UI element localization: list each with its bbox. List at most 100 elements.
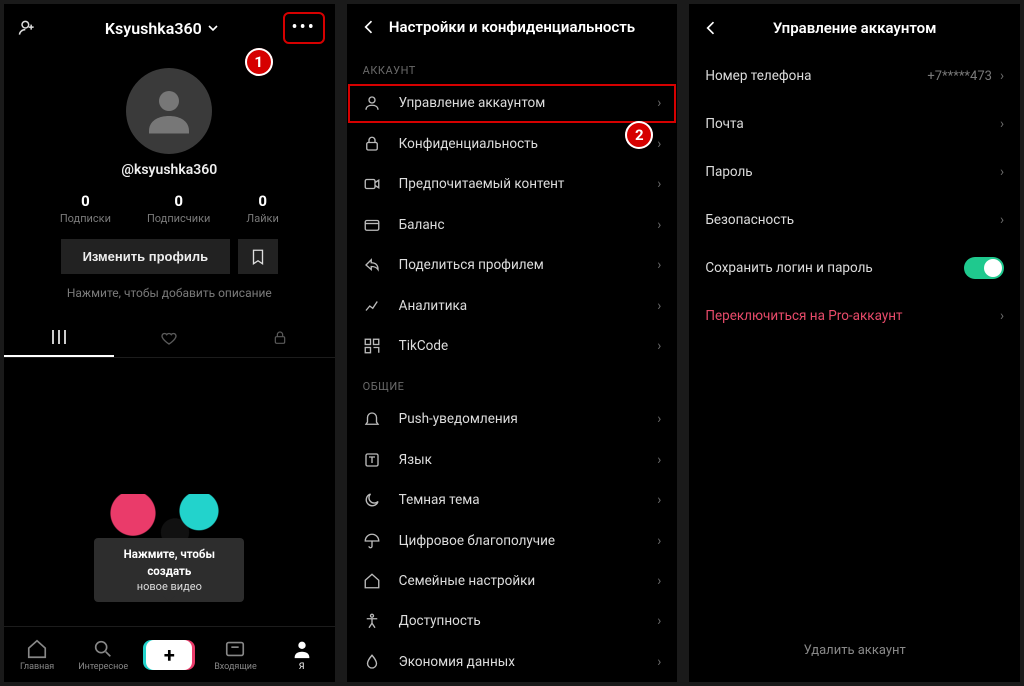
profile-header: Ksyushka360 ••• 1: [4, 4, 335, 52]
chevron-right-icon: ›: [657, 95, 661, 111]
add-friend-icon[interactable]: [14, 15, 40, 41]
row-phone[interactable]: Номер телефона +7*****473 ›: [689, 52, 1020, 100]
tab-grid[interactable]: [4, 318, 114, 357]
save-login-toggle[interactable]: [964, 257, 1004, 279]
chevron-right-icon: ›: [657, 411, 661, 427]
profile-stats: 0 Подписки 0 Подписчики 0 Лайки: [4, 192, 335, 225]
row-accessibility[interactable]: Доступность ›: [347, 601, 678, 641]
tab-private[interactable]: [224, 318, 334, 357]
chevron-right-icon: ›: [1000, 116, 1004, 132]
stat-following[interactable]: 0 Подписки: [60, 192, 111, 225]
row-tikcode[interactable]: TikCode ›: [347, 326, 678, 366]
row-data-saver[interactable]: Экономия данных ›: [347, 642, 678, 682]
chevron-right-icon: ›: [657, 533, 661, 549]
chevron-right-icon: ›: [657, 217, 661, 233]
moon-icon: [363, 491, 385, 509]
chevron-right-icon: ›: [657, 654, 661, 670]
username-dropdown[interactable]: Ksyushka360: [40, 19, 283, 38]
grid-icon: [50, 328, 68, 346]
tooltip-art: [109, 494, 229, 542]
back-button[interactable]: [359, 17, 399, 37]
person-outline-icon: [363, 94, 385, 112]
row-push[interactable]: Push-уведомления ›: [347, 399, 678, 439]
chevron-right-icon: ›: [657, 452, 661, 468]
chevron-right-icon: ›: [1000, 164, 1004, 180]
video-icon: [363, 175, 385, 193]
chevron-right-icon: ›: [657, 176, 661, 192]
section-account-label: АККАУНТ: [347, 50, 678, 83]
tab-inbox[interactable]: Входящие: [202, 638, 268, 672]
bottom-tabbar: Главная Интересное + Входящие Я: [4, 626, 335, 682]
row-dark-theme[interactable]: Темная тема ›: [347, 480, 678, 520]
username-text: Ksyushka360: [105, 19, 202, 38]
accessibility-icon: [363, 612, 385, 630]
tooltip-sub: новое видео: [137, 580, 202, 593]
bookmark-button[interactable]: [238, 239, 278, 274]
chevron-right-icon: ›: [1000, 308, 1004, 324]
chevron-right-icon: ›: [1000, 212, 1004, 228]
row-security[interactable]: Безопасность ›: [689, 196, 1020, 244]
home-outline-icon: [363, 572, 385, 590]
tooltip-bold: Нажмите, чтобы создать: [104, 546, 234, 578]
profile-screen: Ksyushka360 ••• 1 @ksyushka360 0 Подписк…: [4, 4, 335, 682]
tab-liked[interactable]: [114, 318, 224, 357]
umbrella-icon: [363, 532, 385, 550]
bio-prompt[interactable]: Нажмите, чтобы добавить описание: [4, 286, 335, 300]
row-switch-pro[interactable]: Переключиться на Pro-аккаунт ›: [689, 292, 1020, 340]
chevron-right-icon: ›: [657, 298, 661, 314]
droplet-icon: [363, 653, 385, 671]
inbox-icon: [224, 638, 246, 660]
row-save-login[interactable]: Сохранить логин и пароль: [689, 244, 1020, 292]
section-general-label: ОБЩИЕ: [347, 366, 678, 399]
stat-likes[interactable]: 0 Лайки: [246, 192, 278, 225]
row-password[interactable]: Пароль ›: [689, 148, 1020, 196]
manage-account-screen: Управление аккаунтом Номер телефона +7**…: [689, 4, 1020, 682]
chevron-right-icon: ›: [657, 257, 661, 273]
avatar[interactable]: [126, 68, 212, 154]
profile-content-tabs: [4, 318, 335, 358]
callout-badge-1: 1: [245, 48, 273, 76]
row-share-profile[interactable]: Поделиться профилем ›: [347, 245, 678, 285]
tooltip-text: Нажмите, чтобы создать новое видео: [94, 538, 244, 602]
share-icon: [363, 256, 385, 274]
settings-header: Настройки и конфиденциальность: [347, 4, 678, 50]
qrcode-icon: [363, 337, 385, 355]
chevron-right-icon: ›: [657, 492, 661, 508]
row-analytics[interactable]: Аналитика ›: [347, 285, 678, 325]
delete-account-link[interactable]: Удалить аккаунт: [689, 643, 1020, 658]
chevron-right-icon: ›: [1000, 68, 1004, 84]
lock-icon: [363, 135, 385, 153]
more-options-button[interactable]: ••• 1: [283, 12, 325, 44]
tab-home[interactable]: Главная: [4, 638, 70, 672]
bookmark-icon: [249, 248, 267, 266]
row-content-pref[interactable]: Предпочитаемый контент ›: [347, 164, 678, 204]
chevron-left-icon: [701, 18, 721, 38]
chevron-down-icon: [208, 23, 218, 33]
tab-discover[interactable]: Интересное: [70, 638, 136, 672]
edit-profile-button[interactable]: Изменить профиль: [61, 239, 231, 274]
create-video-tooltip: Нажмите, чтобы создать новое видео: [94, 494, 244, 602]
profile-handle: @ksyushka360: [4, 162, 335, 178]
phone-value: +7*****473: [927, 69, 992, 84]
row-balance[interactable]: Баланс ›: [347, 204, 678, 244]
row-email[interactable]: Почта ›: [689, 100, 1020, 148]
row-manage-account[interactable]: Управление аккаунтом › 2: [347, 83, 678, 123]
row-family[interactable]: Семейные настройки ›: [347, 561, 678, 601]
lock-icon: [272, 330, 288, 346]
language-icon: [363, 451, 385, 469]
manage-header: Управление аккаунтом: [689, 4, 1020, 52]
heart-icon: [160, 329, 178, 347]
stat-followers[interactable]: 0 Подписчики: [147, 192, 210, 225]
chevron-right-icon: ›: [657, 136, 661, 152]
row-wellbeing[interactable]: Цифровое благополучие ›: [347, 520, 678, 560]
tab-me[interactable]: Я: [269, 638, 335, 672]
chevron-right-icon: ›: [657, 338, 661, 354]
tab-create[interactable]: +: [136, 640, 202, 670]
home-icon: [26, 638, 48, 660]
settings-screen: Настройки и конфиденциальность АККАУНТ У…: [347, 4, 678, 682]
chart-icon: [363, 297, 385, 315]
row-language[interactable]: Язык ›: [347, 440, 678, 480]
back-button[interactable]: [701, 18, 741, 38]
wallet-icon: [363, 216, 385, 234]
create-icon: +: [146, 640, 192, 670]
